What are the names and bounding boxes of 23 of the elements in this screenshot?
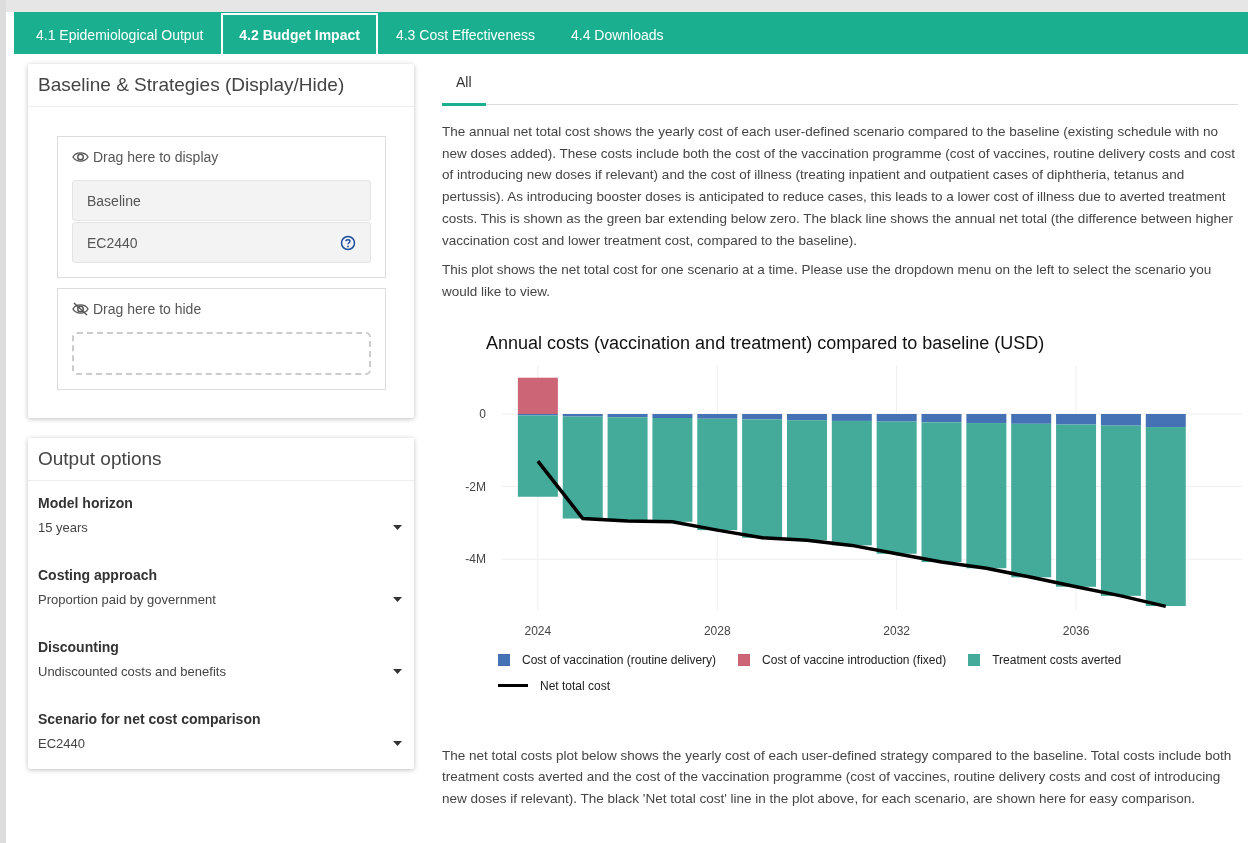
- panel-title: Output options: [28, 438, 414, 481]
- field-label: Discounting: [38, 639, 120, 655]
- description-text: The net total costs plot below shows the yearly cost of each user-defined strategy compared to the baseline. Total costs include both treatment costs averted and the cost of the vaccination programme (cost of vaccines, routine delivery costs and cost of introducing new doses if relevant). The black 'Net total cost' line in the plot above, for each scenario, are shown here for easy comparison.: [442, 746, 1233, 809]
- zone-label: Drag here to hide: [93, 301, 202, 317]
- legend-label: Cost of vaccination (routine delivery): [522, 652, 717, 667]
- axis-tick-label: -2M: [465, 479, 486, 494]
- axis-tick-label: 2036: [1062, 623, 1090, 638]
- axis-tick-label: -4M: [465, 551, 486, 566]
- chart-title: Annual costs (vaccination and treatment) compared to baseline (USD): [486, 332, 1046, 354]
- field-label: Model horizon: [38, 495, 134, 511]
- legend-label: Treatment costs averted: [992, 652, 1122, 667]
- axis-tick-label: 2024: [524, 623, 552, 638]
- panel-title: Baseline & Strategies (Display/Hide): [28, 64, 414, 107]
- description-text: This plot shows the net total cost for one scenario at a time. Please use the dropdown menu on the left to select the scenario you would like to view.: [442, 261, 1213, 301]
- legend-label: Net total cost: [540, 678, 611, 693]
- description-text: The annual net total cost shows the yearly cost of each user-defined scenario compared to the baseline (existing schedule with no new doses added). These costs include both the cost of the vaccination programme (cost of vaccines, routine delivery costs and cost of introducing new doses if relevant) and the cost of illness (treating inpatient and outpatient cases of diphtheria, tetanus and pertussis). As introducing booster doses is anticipated to reduce cases, this leads to a lower cost of illness due to averted treatment costs. This is shown as the green bar extending below zero. The black line shows the annual net total (the difference between higher vaccination cost and lower treatment cost, compared to the baseline).: [442, 123, 1236, 250]
- axis-tick-label: 2028: [703, 623, 731, 638]
- axis-tick-label: 2032: [883, 623, 910, 638]
- zone-label: Drag here to display: [93, 149, 219, 165]
- legend-label: Cost of vaccine introduction (fixed): [762, 652, 947, 667]
- field-label: Scenario for net cost comparison: [38, 711, 262, 727]
- field-label: Costing approach: [38, 567, 158, 583]
- axis-tick-label: 0: [479, 406, 486, 421]
